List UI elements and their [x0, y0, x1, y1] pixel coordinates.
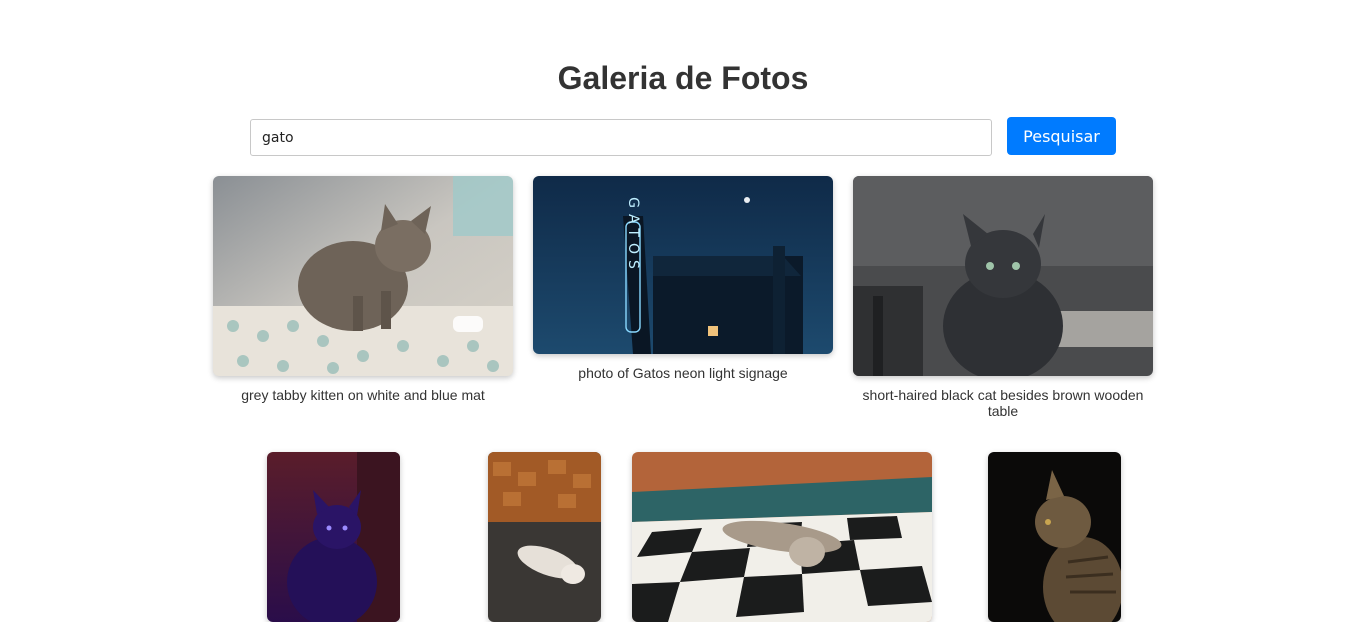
photo-image[interactable] — [853, 176, 1153, 376]
tabby-cat-dark-photo — [988, 452, 1121, 622]
gatos-sign-photo: GATOS — [533, 176, 833, 354]
white-cat-photo — [488, 452, 601, 622]
photo-caption: short-haired black cat besides brown woo… — [862, 387, 1144, 419]
kitten-photo — [213, 176, 513, 376]
purple-cat-photo — [267, 452, 400, 622]
photo-card[interactable] — [988, 452, 1121, 622]
photo-caption: grey tabby kitten on white and blue mat — [241, 387, 485, 403]
cat-on-tiles-photo — [632, 452, 932, 622]
black-cat-photo — [853, 176, 1153, 376]
page-title: Galeria de Fotos — [557, 60, 809, 96]
photo-image[interactable] — [213, 176, 513, 376]
photo-image[interactable] — [632, 452, 932, 622]
photo-caption: photo of Gatos neon light signage — [578, 365, 788, 381]
photo-image[interactable] — [988, 452, 1121, 622]
search-input[interactable] — [250, 119, 992, 156]
sign-text: GATOS — [625, 197, 641, 275]
photo-image[interactable] — [267, 452, 400, 622]
photo-card[interactable] — [267, 452, 400, 622]
photo-card[interactable]: grey tabby kitten on white and blue mat — [213, 176, 513, 416]
search-button[interactable]: Pesquisar — [1007, 117, 1116, 155]
photo-image[interactable] — [488, 452, 601, 622]
photo-card[interactable] — [488, 452, 601, 622]
photo-card[interactable] — [632, 452, 932, 622]
photo-card[interactable]: short-haired black cat besides brown woo… — [853, 176, 1153, 421]
photo-card[interactable]: GATOS photo of Gatos neon light signage — [533, 176, 833, 386]
photo-image[interactable]: GATOS — [533, 176, 833, 354]
